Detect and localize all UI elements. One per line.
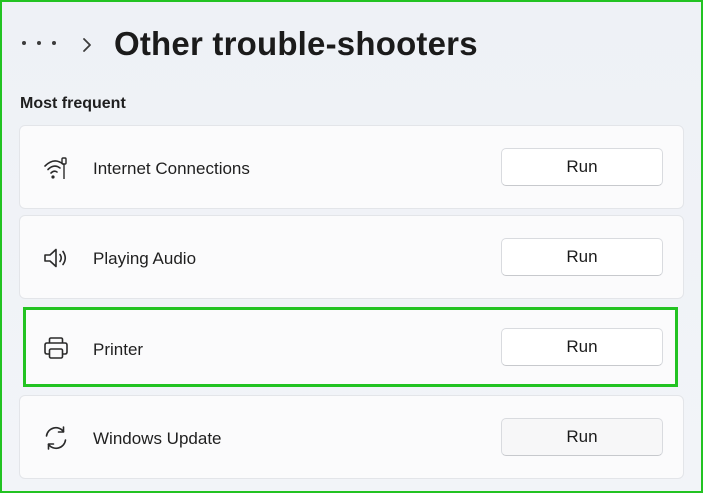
troubleshooter-row-windows-update: Windows Update Run	[19, 395, 684, 479]
section-heading: Most frequent	[20, 95, 126, 112]
more-options-button[interactable]	[22, 36, 56, 50]
troubleshooter-label: Windows Update	[93, 429, 222, 448]
dot	[52, 41, 56, 45]
wifi-icon	[44, 157, 67, 179]
troubleshooter-label: Internet Connections	[93, 159, 250, 178]
speaker-icon	[44, 248, 67, 268]
troubleshooter-row-printer: Printer Run	[23, 307, 678, 387]
dot	[37, 41, 41, 45]
page-title: Other trouble-shooters	[114, 25, 478, 62]
run-internet-button[interactable]: Run	[501, 148, 663, 186]
run-audio-button[interactable]: Run	[501, 238, 663, 276]
troubleshooter-row-audio: Playing Audio Run	[19, 215, 684, 299]
run-printer-button[interactable]: Run	[501, 328, 663, 366]
printer-icon	[44, 337, 68, 359]
dot	[22, 41, 26, 45]
troubleshooter-label: Printer	[93, 340, 144, 359]
settings-window: Other trouble-shooters Most frequent Int…	[0, 0, 703, 493]
run-windows-update-button[interactable]: Run	[501, 418, 663, 456]
page-header: Other trouble-shooters	[2, 2, 701, 88]
chevron-right-icon	[83, 38, 91, 52]
troubleshooter-label: Playing Audio	[93, 249, 197, 268]
sync-icon	[45, 426, 67, 450]
troubleshooter-row-internet: Internet Connections Run	[19, 125, 684, 209]
